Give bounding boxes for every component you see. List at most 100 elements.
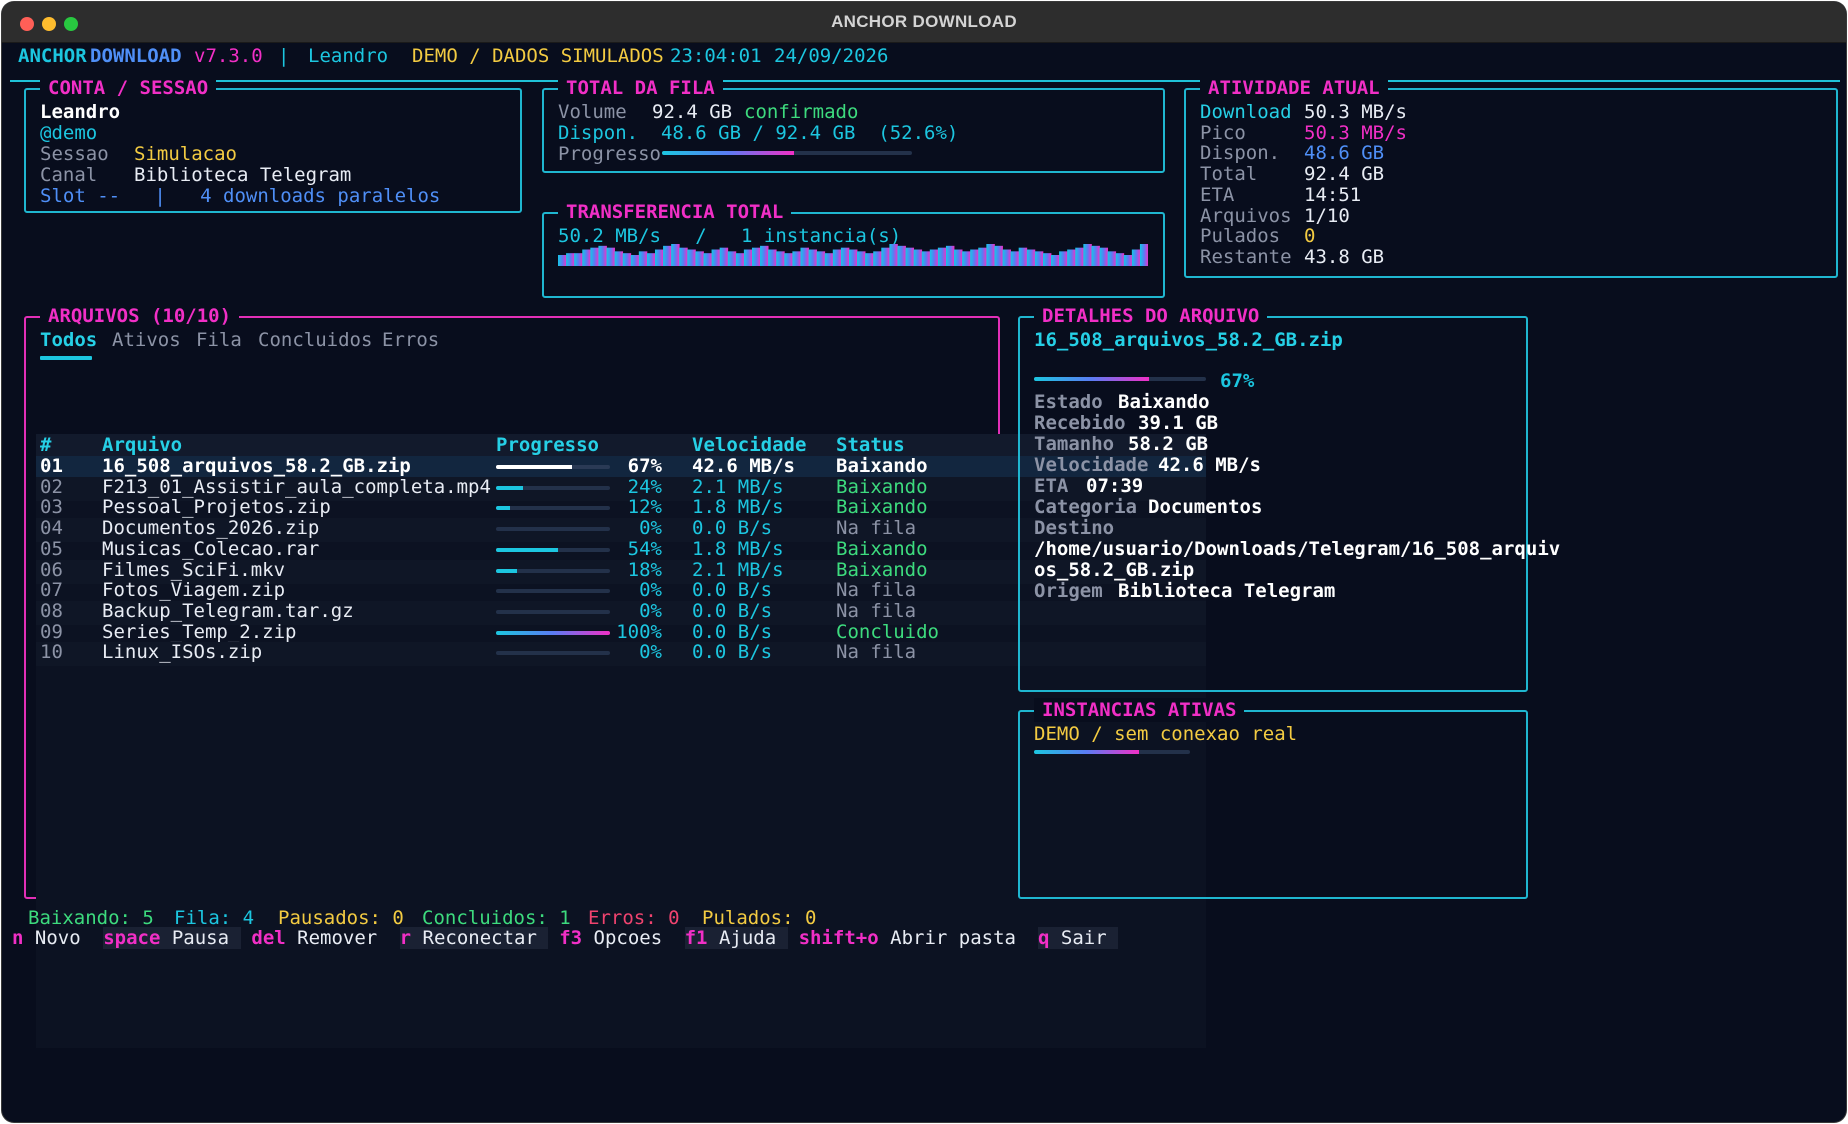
active-tab-indicator bbox=[40, 356, 92, 360]
header-time: 23:04:01 bbox=[670, 45, 762, 67]
sparkline-bar bbox=[832, 249, 842, 266]
transfer-sparkline bbox=[558, 244, 1148, 266]
category-value: Documentos bbox=[1148, 496, 1263, 518]
tab-todos[interactable]: Todos bbox=[40, 328, 97, 352]
shortcut-shift-o[interactable]: shift+o Abrir pasta bbox=[799, 927, 1028, 949]
transfer-panel: TRANSFERENCIA TOTAL 50.2 MB/s / 1 instan… bbox=[542, 200, 1165, 298]
shortcut-key: shift+o bbox=[798, 927, 879, 949]
header-user: Leandro bbox=[308, 45, 389, 67]
instances-status: DEMO / sem conexao real bbox=[1034, 723, 1298, 745]
sparkline-bar bbox=[865, 253, 874, 266]
shortcut-n[interactable]: n Novo bbox=[12, 927, 92, 949]
sparkline-bar bbox=[1002, 249, 1011, 266]
row-progress-bar bbox=[496, 568, 610, 573]
shortcut-key: f3 bbox=[559, 927, 583, 949]
shortcut-key: n bbox=[12, 927, 24, 949]
sparkline-bar bbox=[654, 249, 664, 266]
shortcut-del[interactable]: del Remover bbox=[251, 927, 388, 949]
row-progress-bar bbox=[496, 630, 610, 635]
sparkline-bar bbox=[1115, 253, 1125, 266]
sparkline-bar bbox=[897, 245, 906, 266]
sparkline-bar bbox=[1042, 253, 1052, 266]
shortcut-key: del bbox=[251, 927, 286, 949]
shortcut-f1[interactable]: f1 Ajuda bbox=[684, 927, 788, 949]
origin-value: Biblioteca Telegram bbox=[1118, 580, 1336, 602]
sparkline-bar bbox=[1051, 255, 1060, 266]
progress-fill bbox=[662, 151, 794, 155]
sparkline-bar bbox=[816, 251, 826, 266]
tab-ativos[interactable]: Ativos bbox=[112, 328, 181, 352]
tab-concluidos[interactable]: Concluidos bbox=[258, 328, 372, 352]
queue-progress-bar bbox=[662, 151, 912, 155]
instances-panel: INSTANCIAS ATIVAS DEMO / sem conexao rea… bbox=[1018, 698, 1528, 899]
sparkline-bar bbox=[719, 247, 729, 266]
shortcut-space[interactable]: space Pausa bbox=[103, 927, 241, 949]
shortcut-label: Reconectar bbox=[422, 927, 537, 949]
transfer-title: TRANSFERENCIA TOTAL bbox=[558, 200, 792, 224]
title-bar: ANCHOR DOWNLOAD bbox=[2, 2, 1846, 43]
app-header: ANCHOR DOWNLOAD v7.3.0 | Leandro DEMO / … bbox=[2, 44, 1846, 80]
progress-fill bbox=[1034, 377, 1150, 381]
sparkline-bar bbox=[711, 249, 721, 266]
sparkline-bar bbox=[889, 244, 898, 266]
queue-total-title: TOTAL DA FILA bbox=[558, 76, 723, 100]
sparkline-bar bbox=[760, 245, 769, 266]
demo-mode-label: DEMO / DADOS SIMULADOS bbox=[412, 45, 664, 67]
shortcut-label: Novo bbox=[34, 927, 81, 949]
sparkline-bar bbox=[1018, 247, 1028, 266]
sparkline-bar bbox=[687, 249, 696, 266]
row-number: 10 bbox=[40, 641, 63, 664]
col-progresso[interactable]: Progresso bbox=[496, 433, 599, 457]
sparkline-bar bbox=[824, 253, 834, 266]
sparkline-bar bbox=[743, 249, 753, 266]
sparkline-bar bbox=[776, 251, 785, 266]
sparkline-bar bbox=[1107, 251, 1117, 266]
sparkline-bar bbox=[751, 247, 761, 266]
sparkline-bar bbox=[962, 251, 971, 266]
sparkline-bar bbox=[945, 245, 955, 266]
sparkline-bar bbox=[671, 244, 680, 266]
shortcut-q[interactable]: q Sair bbox=[1038, 927, 1119, 949]
shortcut-label: Abrir pasta bbox=[890, 927, 1016, 949]
progress-fill bbox=[496, 630, 610, 635]
header-divider bbox=[10, 80, 1840, 82]
progress-fill bbox=[496, 485, 524, 490]
account-panel-title: CONTA / SESSAO bbox=[40, 76, 217, 100]
sparkline-bar bbox=[929, 249, 939, 266]
sparkline-bar bbox=[1123, 255, 1133, 266]
app-name-anchor: ANCHOR bbox=[18, 45, 87, 67]
files-title: ARQUIVOS (10/10) bbox=[40, 304, 240, 328]
sparkline-bar bbox=[638, 251, 648, 266]
speed-value: 42.6 MB/s bbox=[1158, 454, 1261, 476]
sparkline-bar bbox=[663, 245, 672, 266]
sparkline-bar bbox=[994, 245, 1003, 266]
row-progress-bar bbox=[496, 506, 610, 511]
sparkline-bar bbox=[800, 247, 809, 266]
sparkline-bar bbox=[1139, 244, 1148, 266]
sparkline-bar bbox=[840, 247, 850, 266]
sparkline-bar bbox=[735, 253, 745, 266]
tab-fila[interactable]: Fila bbox=[196, 328, 242, 352]
sparkline-bar bbox=[1083, 244, 1092, 266]
shortcut-f3[interactable]: f3 Opcoes bbox=[559, 927, 673, 949]
sparkline-bar bbox=[606, 247, 615, 266]
row-progress-bar bbox=[496, 547, 610, 552]
sparkline-bar bbox=[905, 247, 915, 266]
sparkline-bar bbox=[1026, 249, 1036, 266]
sparkline-bar bbox=[646, 253, 656, 266]
progress-fill bbox=[496, 506, 510, 511]
account-panel: CONTA / SESSAO Leandro @demo Sessao Simu… bbox=[24, 76, 522, 213]
progress-label: Progresso bbox=[558, 143, 661, 165]
sparkline-bar bbox=[1067, 249, 1076, 266]
tab-erros[interactable]: Erros bbox=[382, 328, 439, 352]
details-panel: DETALHES DO ARQUIVO 16_508_arquivos_58.2… bbox=[1018, 304, 1560, 692]
row-progress-bar bbox=[496, 589, 610, 594]
activity-panel: ATIVIDADE ATUAL Download 50.3 MB/s Pico 50.… bbox=[1184, 76, 1838, 278]
shortcut-r[interactable]: r Reconectar bbox=[399, 927, 549, 949]
sparkline-bar bbox=[727, 251, 737, 266]
sparkline-bar bbox=[792, 251, 801, 266]
window-title: ANCHOR DOWNLOAD bbox=[831, 12, 1017, 31]
row-progress-bar bbox=[496, 485, 610, 490]
progress-fill bbox=[1034, 750, 1139, 754]
instance-progress-bar bbox=[1034, 750, 1190, 754]
